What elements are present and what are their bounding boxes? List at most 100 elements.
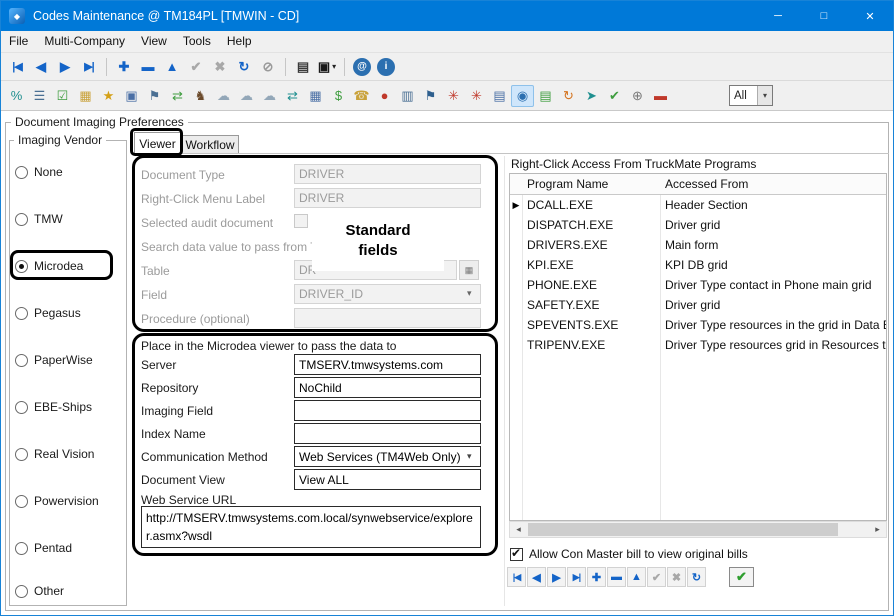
chevron-down-icon[interactable]: ▾ — [467, 451, 472, 462]
table-row[interactable]: SAFETY.EXEDriver grid — [510, 295, 886, 315]
next-record-nav-icon[interactable]: ▶ — [547, 567, 566, 587]
print-icon[interactable]: ▤ — [291, 56, 315, 78]
table-row[interactable]: TRIPENV.EXEDriver Type resources grid in… — [510, 335, 886, 355]
document-view-input[interactable]: View ALL — [294, 469, 481, 490]
grid-icon[interactable]: ▦ — [74, 85, 97, 107]
last-record-icon[interactable]: ▶| — [77, 56, 101, 78]
prior-record-nav-icon[interactable]: ◀ — [527, 567, 546, 587]
refresh-nav-icon[interactable]: ↻ — [687, 567, 706, 587]
post-edit-nav-icon[interactable]: ✔ — [647, 567, 666, 587]
first-record-icon[interactable]: |◀ — [5, 56, 29, 78]
checklist-icon[interactable]: ☑ — [51, 85, 74, 107]
horizontal-scrollbar[interactable]: ◂ ▸ — [509, 521, 887, 538]
scroll-left-icon[interactable]: ◂ — [510, 522, 527, 537]
vendor-option-other[interactable]: Other — [15, 583, 64, 599]
web-icon[interactable]: @ — [353, 58, 371, 76]
server-input[interactable]: TMSERV.tmwsystems.com — [294, 354, 481, 375]
info-icon[interactable]: i — [377, 58, 395, 76]
scrollbar-thumb[interactable] — [528, 523, 838, 536]
chevron-down-icon[interactable]: ▾ — [332, 62, 336, 71]
table-row[interactable]: KPI.EXEKPI DB grid — [510, 255, 886, 275]
cloud-lock-icon[interactable]: ☁ — [212, 85, 235, 107]
next-record-icon[interactable]: ▶ — [53, 56, 77, 78]
cancel-edit-icon[interactable]: ✖ — [208, 56, 232, 78]
screen-icon[interactable]: ▣▾ — [315, 56, 339, 78]
table-row[interactable]: DISPATCH.EXEDriver grid — [510, 215, 886, 235]
cloud-send-icon[interactable]: ☁ — [258, 85, 281, 107]
send-icon[interactable]: ➤ — [580, 85, 603, 107]
communication-method-combobox[interactable]: Web Services (TM4Web Only) — [294, 446, 481, 467]
vendor-option-none[interactable]: None — [15, 164, 63, 180]
rates-icon[interactable]: % — [5, 85, 28, 107]
maximize-button[interactable]: □ — [801, 1, 847, 31]
vendor-option-microdea[interactable]: Microdea — [15, 258, 83, 274]
column-header-accessed-from[interactable]: Accessed From — [660, 177, 886, 191]
imaging-camera-icon[interactable]: ◉ — [511, 85, 534, 107]
refresh-orange-icon[interactable]: ↻ — [557, 85, 580, 107]
table-row[interactable]: SPEVENTS.EXEDriver Type resources in the… — [510, 315, 886, 335]
vendor-option-pegasus[interactable]: Pegasus — [15, 305, 81, 321]
menu-multi-company[interactable]: Multi-Company — [36, 31, 133, 52]
delete-record-nav-icon[interactable]: ▬ — [607, 567, 626, 587]
refresh-icon[interactable]: ↻ — [232, 56, 256, 78]
asterisk-red-icon[interactable]: ✳ — [465, 85, 488, 107]
link-icon[interactable]: ⊕ — [626, 85, 649, 107]
index-name-input[interactable] — [294, 423, 481, 444]
minimize-button[interactable]: ─ — [755, 1, 801, 31]
scroll-right-icon[interactable]: ▸ — [869, 522, 886, 537]
vendor-option-pentad[interactable]: Pentad — [15, 540, 72, 556]
web-service-url-input[interactable]: http://TMSERV.tmwsystems.com.local/synwe… — [141, 506, 481, 548]
repository-input[interactable]: NoChild — [294, 377, 481, 398]
insert-record-nav-icon[interactable]: ✚ — [587, 567, 606, 587]
allow-con-master-checkbox[interactable] — [510, 548, 523, 561]
menu-help[interactable]: Help — [219, 31, 260, 52]
badge-icon[interactable]: ★ — [97, 85, 120, 107]
chevron-down-icon[interactable]: ▾ — [757, 86, 772, 105]
flag-icon[interactable]: ⚑ — [143, 85, 166, 107]
chart-icon[interactable]: ▥ — [396, 85, 419, 107]
report-icon[interactable]: ☰ — [28, 85, 51, 107]
cancel-query-icon[interactable]: ⊘ — [256, 56, 280, 78]
fax-icon[interactable]: ☎ — [350, 85, 373, 107]
ledger-icon[interactable]: ▤ — [534, 85, 557, 107]
table-row[interactable]: ▶ DCALL.EXEHeader Section — [510, 195, 886, 215]
tab-viewer[interactable]: Viewer — [134, 132, 181, 154]
table-row[interactable]: DRIVERS.EXEMain form — [510, 235, 886, 255]
gear-red-icon[interactable]: ✳ — [442, 85, 465, 107]
animal-icon[interactable]: ♞ — [189, 85, 212, 107]
tab-workflow[interactable]: Workflow — [181, 135, 239, 153]
connect-icon[interactable]: ⇄ — [281, 85, 304, 107]
cancel-edit-nav-icon[interactable]: ✖ — [667, 567, 686, 587]
last-record-nav-icon[interactable]: ▶| — [567, 567, 586, 587]
code-filter-combobox[interactable]: All ▾ — [729, 85, 773, 106]
post-edit-icon[interactable]: ✔ — [184, 56, 208, 78]
menu-file[interactable]: File — [1, 31, 36, 52]
first-record-nav-icon[interactable]: |◀ — [507, 567, 526, 587]
flag-blue-icon[interactable]: ⚑ — [419, 85, 442, 107]
column-header-program-name[interactable]: Program Name — [522, 177, 660, 191]
funds-icon[interactable]: $ — [327, 85, 350, 107]
delete-record-icon[interactable]: ▬ — [136, 56, 160, 78]
alert-icon[interactable]: ● — [373, 85, 396, 107]
approve-icon[interactable]: ✔ — [603, 85, 626, 107]
transfer-icon[interactable]: ⇄ — [166, 85, 189, 107]
vendor-option-ebe-ships[interactable]: EBE-Ships — [15, 399, 92, 415]
menu-tools[interactable]: Tools — [175, 31, 219, 52]
cloud-icon[interactable]: ☁ — [235, 85, 258, 107]
insert-record-icon[interactable]: ✚ — [112, 56, 136, 78]
vendor-option-real-vision[interactable]: Real Vision — [15, 446, 94, 462]
edit-record-nav-icon[interactable]: ▲ — [627, 567, 646, 587]
imaging-field-input[interactable] — [294, 400, 481, 421]
copy-icon[interactable]: ▣ — [120, 85, 143, 107]
menu-view[interactable]: View — [133, 31, 175, 52]
erase-icon[interactable]: ▬ — [649, 85, 672, 107]
vendor-option-powervision[interactable]: Powervision — [15, 493, 99, 509]
planner-icon[interactable]: ▦ — [304, 85, 327, 107]
table-row[interactable]: PHONE.EXEDriver Type contact in Phone ma… — [510, 275, 886, 295]
vendor-option-tmw[interactable]: TMW — [15, 211, 63, 227]
document-icon[interactable]: ▤ — [488, 85, 511, 107]
close-button[interactable]: ✕ — [847, 1, 893, 31]
edit-record-icon[interactable]: ▲ — [160, 56, 184, 78]
vendor-option-paperwise[interactable]: PaperWise — [15, 352, 93, 368]
prior-record-icon[interactable]: ◀ — [29, 56, 53, 78]
